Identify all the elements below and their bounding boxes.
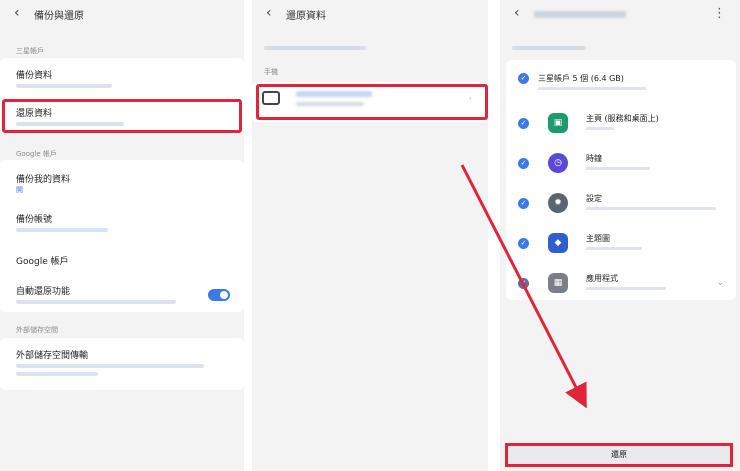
arrow-line [460, 164, 587, 409]
annotation-arrow [460, 164, 587, 409]
